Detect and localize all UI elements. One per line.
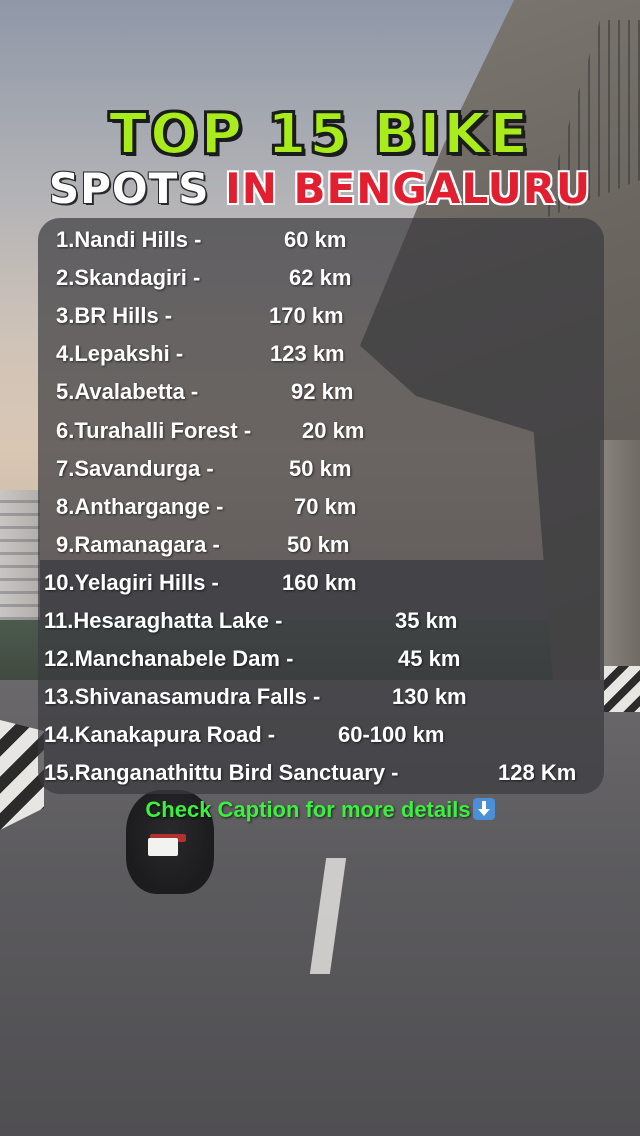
caption-note-text: Check Caption for more details (145, 797, 471, 822)
license-plate (148, 838, 178, 856)
spot-name: 3.BR Hills - (56, 303, 173, 328)
spot-distance: 60-100 km (338, 722, 445, 747)
spot-distance: 130 km (392, 684, 467, 709)
spot-distance: 45 km (398, 646, 461, 671)
spot-distance: 20 km (302, 418, 365, 443)
spot-name: 10.Yelagiri Hills - (44, 570, 219, 595)
spot-name: 4.Lepakshi - (56, 341, 184, 366)
spot-name: 11.Hesaraghatta Lake - (44, 608, 283, 633)
spot-distance: 50 km (289, 456, 352, 481)
spot-distance: 123 km (270, 341, 345, 366)
spot-name: 2.Skandagiri - (56, 265, 201, 290)
spot-name: 14.Kanakapura Road - (44, 722, 276, 747)
down-arrow-icon (472, 798, 495, 820)
spot-distance: 160 km (282, 570, 357, 595)
caption-note: Check Caption for more details (0, 797, 640, 823)
spot-name: 7.Savandurga - (56, 456, 214, 481)
spot-name: 13.Shivanasamudra Falls - (44, 684, 321, 709)
spot-distance: 50 km (287, 532, 350, 557)
spot-distance: 62 km (289, 265, 352, 290)
spot-distance: 92 km (291, 379, 354, 404)
title-city: IN BENGALURU (225, 164, 592, 213)
road-barrier-right (604, 666, 640, 712)
spot-distance: 35 km (395, 608, 458, 633)
spot-distance: 60 km (284, 227, 347, 252)
title-line-2: SPOTS IN BENGALURU (0, 164, 640, 213)
spot-name: 1.Nandi Hills - (56, 227, 202, 252)
title-line-1: TOP 15 BIKE (108, 101, 531, 168)
spot-distance: 128 Km (498, 760, 577, 785)
spot-distance: 170 km (269, 303, 344, 328)
spot-name: 15.Ranganathittu Bird Sanctuary - (44, 760, 399, 785)
spot-distance: 70 km (294, 494, 357, 519)
title-spots: SPOTS (48, 164, 210, 213)
flyover-pillar (600, 440, 640, 690)
spot-name: 5.Avalabetta - (56, 379, 199, 404)
spot-name: 9.Ramanagara - (56, 532, 220, 557)
spot-name: 12.Manchanabele Dam - (44, 646, 294, 671)
spot-name: 6.Turahalli Forest - (56, 418, 252, 443)
spot-name: 8.Anthargange - (56, 494, 224, 519)
